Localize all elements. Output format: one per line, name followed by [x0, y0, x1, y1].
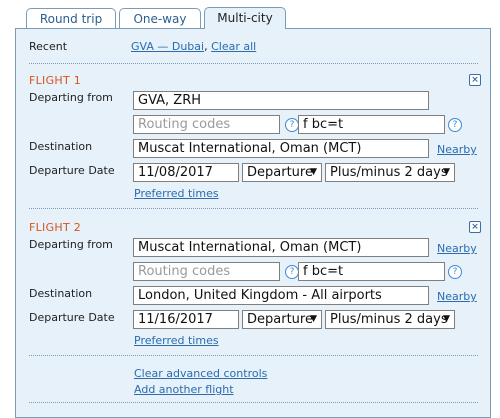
recent-separator: , — [204, 40, 208, 53]
flight-1-destination-nearby-link[interactable]: Nearby — [437, 143, 477, 156]
flight-1-date-input[interactable]: 11/08/2017 — [133, 163, 239, 182]
flight-1-time-type-value: Departure — [247, 165, 313, 180]
flight-1-departing-input[interactable]: GVA, ZRH — [133, 91, 429, 110]
flight-2-destination-label: Destination — [29, 287, 93, 300]
separator — [29, 63, 478, 64]
chevron-down-icon: ▼ — [310, 167, 317, 177]
flight-1-title: FLIGHT 1 — [29, 74, 82, 87]
help-icon[interactable]: ? — [448, 265, 462, 279]
flight-1-destination-label: Destination — [29, 140, 93, 153]
separator — [29, 208, 478, 209]
chevron-down-icon: ▼ — [443, 314, 450, 324]
close-icon[interactable]: × — [469, 221, 481, 233]
tab-multi-city[interactable]: Multi-city — [204, 7, 286, 29]
chevron-down-icon: ▼ — [310, 314, 317, 324]
flight-1-routing-codes-input[interactable]: Routing codes — [133, 115, 280, 134]
flight-2-flex-value: Plus/minus 2 days — [330, 312, 448, 327]
flight-2-date-input[interactable]: 11/16/2017 — [133, 310, 239, 329]
separator — [29, 402, 478, 403]
flight-2-destination-input[interactable]: London, United Kingdom - All airports — [133, 286, 429, 305]
tab-round-trip[interactable]: Round trip — [26, 8, 116, 28]
flight-1-flex-value: Plus/minus 2 days — [330, 165, 448, 180]
flight-2-preferred-times-link[interactable]: Preferred times — [134, 334, 219, 347]
flight-1-fare-codes-input[interactable]: f bc=t — [298, 115, 445, 134]
recent-search-link[interactable]: GVA — Dubai — [131, 40, 204, 53]
flight-2-routing-codes-input[interactable]: Routing codes — [133, 262, 280, 281]
flight-1-flex-select[interactable]: Plus/minus 2 days ▼ — [325, 163, 455, 182]
close-icon[interactable]: × — [469, 74, 481, 86]
tab-one-way[interactable]: One-way — [119, 8, 201, 28]
help-icon[interactable]: ? — [448, 118, 462, 132]
flight-1-departing-label: Departing from — [29, 91, 113, 104]
flight-1-preferred-times-link[interactable]: Preferred times — [134, 187, 219, 200]
help-icon[interactable]: ? — [285, 265, 299, 279]
clear-all-link[interactable]: Clear all — [211, 40, 256, 53]
flight-2-departing-input[interactable]: Muscat International, Oman (MCT) — [133, 238, 429, 257]
flight-1-destination-input[interactable]: Muscat International, Oman (MCT) — [133, 139, 429, 158]
flight-2-time-type-value: Departure — [247, 312, 313, 327]
multi-city-panel — [15, 28, 491, 418]
recent-row: GVA — Dubai, Clear all — [131, 40, 256, 53]
recent-label: Recent — [29, 40, 68, 53]
flight-2-departing-label: Departing from — [29, 238, 113, 251]
add-another-flight-link[interactable]: Add another flight — [134, 383, 234, 396]
clear-advanced-controls-link[interactable]: Clear advanced controls — [134, 367, 267, 380]
flight-2-time-type-select[interactable]: Departure ▼ — [242, 310, 322, 329]
flight-2-title: FLIGHT 2 — [29, 221, 82, 234]
flight-1-date-label: Departure Date — [29, 164, 115, 177]
flight-2-departing-nearby-link[interactable]: Nearby — [437, 242, 477, 255]
separator — [29, 355, 478, 356]
chevron-down-icon: ▼ — [443, 167, 450, 177]
flight-1-time-type-select[interactable]: Departure ▼ — [242, 163, 322, 182]
flight-2-destination-nearby-link[interactable]: Nearby — [437, 290, 477, 303]
flight-2-date-label: Departure Date — [29, 311, 115, 324]
flight-2-fare-codes-input[interactable]: f bc=t — [298, 262, 445, 281]
help-icon[interactable]: ? — [285, 118, 299, 132]
flight-2-flex-select[interactable]: Plus/minus 2 days ▼ — [325, 310, 455, 329]
